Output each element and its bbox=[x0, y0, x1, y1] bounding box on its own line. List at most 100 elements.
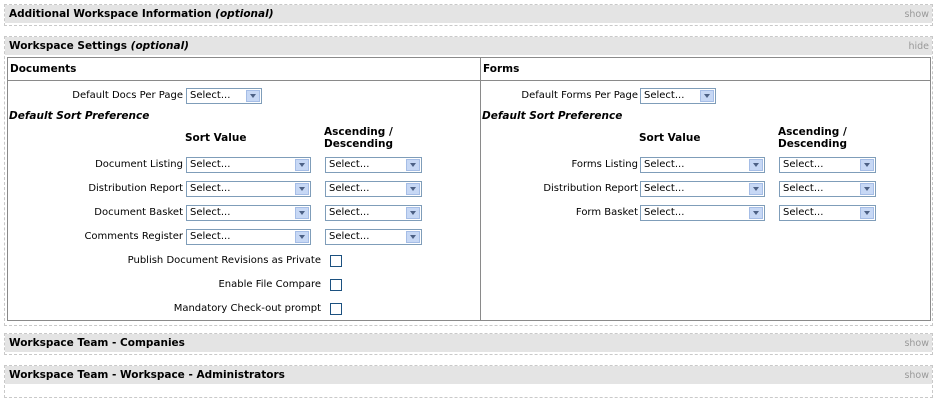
select-value: Select... bbox=[190, 183, 231, 194]
forms-sort-value-header: Sort Value bbox=[639, 132, 701, 144]
select-value: Select... bbox=[329, 231, 370, 242]
hide-toggle-link[interactable]: hide bbox=[908, 41, 929, 52]
chevron-down-icon bbox=[295, 231, 309, 243]
default-forms-per-page-label: Default Forms Per Page bbox=[521, 90, 638, 101]
publish-private-label: Publish Document Revisions as Private bbox=[127, 255, 321, 266]
forms-listing-sort-select[interactable]: Select... bbox=[640, 157, 765, 173]
section-header[interactable]: Workspace Settings (optional) hide bbox=[5, 37, 932, 55]
asc-desc-header: Ascending / Descending bbox=[324, 126, 393, 150]
documents-header-text: Documents bbox=[10, 63, 77, 75]
document-listing-sort-select[interactable]: Select... bbox=[186, 157, 311, 173]
document-listing-order-select[interactable]: Select... bbox=[325, 157, 422, 173]
asc-desc-header-line2: Descending bbox=[324, 138, 394, 150]
form-basket-sort-select[interactable]: Select... bbox=[640, 205, 765, 221]
section-header[interactable]: Workspace Team - Companies show bbox=[5, 334, 932, 352]
settings-panel: Documents Default Docs Per Page Select..… bbox=[7, 57, 931, 321]
select-value: Select... bbox=[329, 159, 370, 170]
forms-asc-desc-header: Ascending / Descending bbox=[778, 126, 847, 150]
comments-register-order-select[interactable]: Select... bbox=[325, 229, 422, 245]
select-value: Select... bbox=[644, 90, 685, 101]
chevron-down-icon bbox=[406, 207, 420, 219]
document-basket-sort-select[interactable]: Select... bbox=[186, 205, 311, 221]
asc-desc-header-line2: Descending bbox=[778, 138, 848, 150]
comments-register-label: Comments Register bbox=[84, 231, 183, 242]
chevron-down-icon bbox=[406, 231, 420, 243]
section-workspace-settings: Workspace Settings (optional) hide Docum… bbox=[4, 36, 933, 326]
select-value: Select... bbox=[783, 183, 824, 194]
asc-desc-header-line1: Ascending / bbox=[778, 126, 847, 138]
forms-distribution-report-label: Distribution Report bbox=[543, 183, 638, 194]
chevron-down-icon bbox=[406, 159, 420, 171]
chevron-down-icon bbox=[406, 183, 420, 195]
enable-file-compare-label: Enable File Compare bbox=[218, 279, 321, 290]
show-toggle-link[interactable]: show bbox=[904, 338, 929, 349]
section-team-companies: Workspace Team - Companies show bbox=[4, 333, 933, 355]
default-docs-per-page-label: Default Docs Per Page bbox=[72, 90, 183, 101]
section-title: Additional Workspace Information (option… bbox=[9, 8, 274, 20]
optional-tag: (optional) bbox=[215, 8, 274, 20]
distribution-report-order-select[interactable]: Select... bbox=[325, 181, 422, 197]
publish-private-checkbox[interactable] bbox=[330, 255, 342, 267]
section-title: Workspace Settings (optional) bbox=[9, 40, 189, 52]
comments-register-sort-select[interactable]: Select... bbox=[186, 229, 311, 245]
section-header[interactable]: Workspace Team - Workspace - Administrat… bbox=[5, 366, 932, 384]
select-value: Select... bbox=[644, 183, 685, 194]
docs-per-page-select[interactable]: Select... bbox=[186, 88, 262, 104]
sort-value-header: Sort Value bbox=[185, 132, 247, 144]
forms-header: Forms bbox=[481, 58, 930, 81]
mandatory-checkout-label: Mandatory Check-out prompt bbox=[173, 303, 321, 314]
form-basket-label: Form Basket bbox=[575, 207, 638, 218]
default-sort-preference-title: Default Sort Preference bbox=[9, 110, 150, 122]
section-header[interactable]: Additional Workspace Information (option… bbox=[5, 5, 932, 23]
forms-sort-preference-title: Default Sort Preference bbox=[482, 110, 623, 122]
chevron-down-icon bbox=[246, 90, 260, 102]
chevron-down-icon bbox=[860, 159, 874, 171]
document-basket-order-select[interactable]: Select... bbox=[325, 205, 422, 221]
documents-header: Documents bbox=[8, 58, 480, 81]
chevron-down-icon bbox=[749, 183, 763, 195]
chevron-down-icon bbox=[295, 183, 309, 195]
select-value: Select... bbox=[190, 159, 231, 170]
chevron-down-icon bbox=[700, 90, 714, 102]
forms-listing-label: Forms Listing bbox=[571, 159, 638, 170]
section-title: Workspace Team - Workspace - Administrat… bbox=[9, 369, 285, 381]
forms-header-text: Forms bbox=[483, 63, 520, 75]
asc-desc-header-line1: Ascending / bbox=[324, 126, 393, 138]
optional-tag: (optional) bbox=[130, 40, 189, 52]
document-basket-label: Document Basket bbox=[94, 207, 183, 218]
distribution-report-label: Distribution Report bbox=[88, 183, 183, 194]
chevron-down-icon bbox=[860, 207, 874, 219]
section-title-text: Additional Workspace Information bbox=[9, 8, 212, 20]
mandatory-checkout-checkbox[interactable] bbox=[330, 303, 342, 315]
documents-column: Documents Default Docs Per Page Select..… bbox=[8, 58, 481, 320]
forms-listing-order-select[interactable]: Select... bbox=[779, 157, 876, 173]
chevron-down-icon bbox=[749, 159, 763, 171]
enable-file-compare-checkbox[interactable] bbox=[330, 279, 342, 291]
select-value: Select... bbox=[190, 231, 231, 242]
show-toggle-link[interactable]: show bbox=[904, 9, 929, 20]
select-value: Select... bbox=[644, 159, 685, 170]
chevron-down-icon bbox=[295, 159, 309, 171]
chevron-down-icon bbox=[295, 207, 309, 219]
select-value: Select... bbox=[329, 183, 370, 194]
section-additional-info: Additional Workspace Information (option… bbox=[4, 4, 933, 26]
select-value: Select... bbox=[190, 90, 231, 101]
chevron-down-icon bbox=[749, 207, 763, 219]
section-title: Workspace Team - Companies bbox=[9, 337, 185, 349]
section-team-administrators: Workspace Team - Workspace - Administrat… bbox=[4, 365, 933, 398]
forms-per-page-select[interactable]: Select... bbox=[640, 88, 716, 104]
select-value: Select... bbox=[644, 207, 685, 218]
distribution-report-sort-select[interactable]: Select... bbox=[186, 181, 311, 197]
select-value: Select... bbox=[783, 159, 824, 170]
forms-distribution-report-order-select[interactable]: Select... bbox=[779, 181, 876, 197]
chevron-down-icon bbox=[860, 183, 874, 195]
select-value: Select... bbox=[329, 207, 370, 218]
show-toggle-link[interactable]: show bbox=[904, 370, 929, 381]
section-title-text: Workspace Settings bbox=[9, 40, 127, 52]
document-listing-label: Document Listing bbox=[95, 159, 183, 170]
select-value: Select... bbox=[190, 207, 231, 218]
forms-column: Forms Default Forms Per Page Select... D… bbox=[481, 58, 930, 320]
forms-distribution-report-sort-select[interactable]: Select... bbox=[640, 181, 765, 197]
select-value: Select... bbox=[783, 207, 824, 218]
form-basket-order-select[interactable]: Select... bbox=[779, 205, 876, 221]
